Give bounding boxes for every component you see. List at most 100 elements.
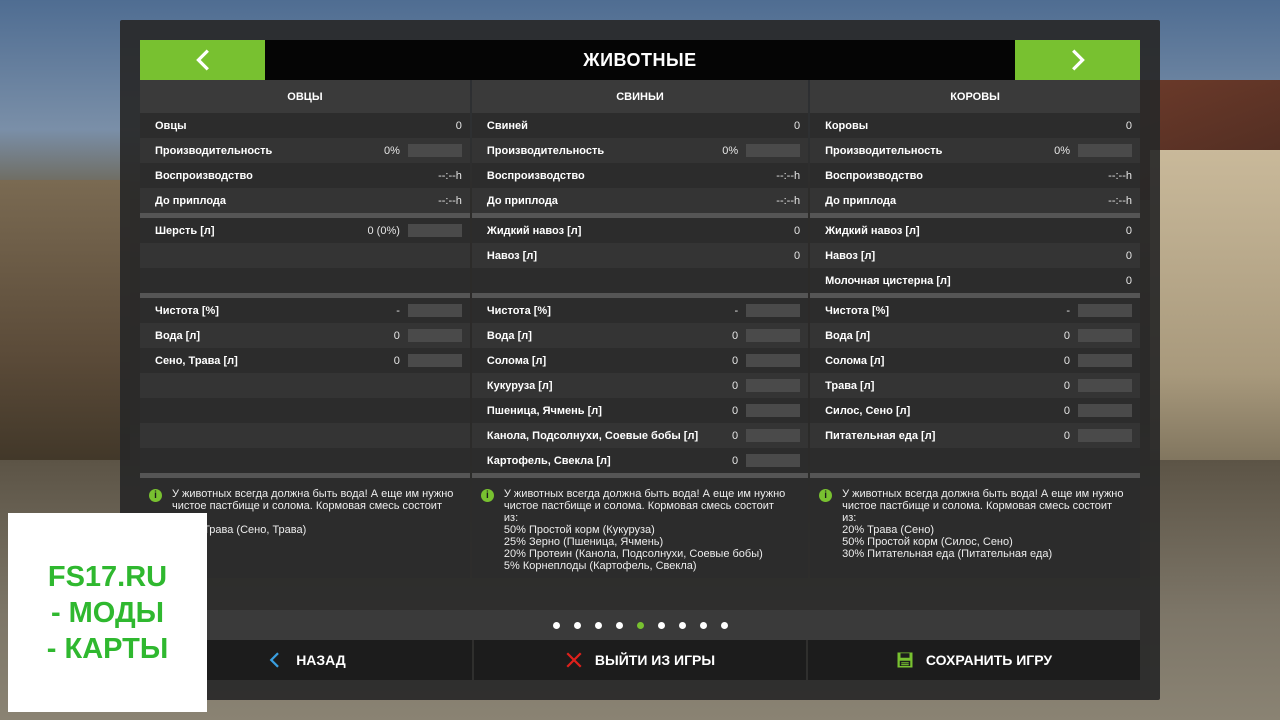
stat-row <box>471 268 809 293</box>
stat-row <box>140 448 470 473</box>
stat-row: Картофель, Свекла [л] 0 <box>471 448 809 473</box>
stat-value: 0 <box>393 354 400 367</box>
stat-row: Кукуруза [л] 0 <box>471 373 809 398</box>
stat-value: 0 <box>731 429 739 442</box>
stat-row: Коровы 0 <box>810 113 1140 138</box>
stat-label: Воспроизводство <box>825 169 923 182</box>
stat-row: Воспроизводство --:--h <box>140 163 470 188</box>
stat-row: Канола, Подсолнухи, Соевые бобы [л] 0 <box>471 423 809 448</box>
stat-value: 0 <box>1063 329 1070 342</box>
stat-label: Вода [л] <box>486 329 532 342</box>
level-bar <box>407 354 462 367</box>
column-header: ОВЦЫ <box>140 80 470 113</box>
stat-row: Навоз [л] 0 <box>471 243 809 268</box>
stat-label: Производительность <box>486 144 605 157</box>
stat-label: Вода [л] <box>155 329 200 342</box>
level-bar <box>407 329 462 342</box>
stat-label: Шерсть [л] <box>155 224 215 237</box>
stat-row: Вода [л] 0 <box>140 323 470 348</box>
stat-value: - <box>1066 304 1070 317</box>
level-bar <box>746 144 801 157</box>
stat-row <box>140 423 470 448</box>
stat-row: Солома [л] 0 <box>471 348 809 373</box>
page-dot[interactable] <box>552 621 560 629</box>
animal-columns: ОВЦЫ Овцы 0 Производительность 0% Воспроизвод… <box>140 80 1140 578</box>
stat-label: Пшеница, Ячмень [л] <box>486 404 602 417</box>
page-dot[interactable] <box>699 621 707 629</box>
stat-row: Трава [л] 0 <box>810 373 1140 398</box>
stat-value: 0 <box>731 454 739 467</box>
level-bar <box>1078 144 1132 157</box>
back-button-label: НАЗАД <box>296 652 346 668</box>
stat-row: До приплода --:--h <box>810 188 1140 213</box>
stat-label: До приплода <box>486 194 558 207</box>
page-indicator <box>140 610 1140 640</box>
page-dot[interactable] <box>594 621 602 629</box>
watermark-line: - МОДЫ <box>50 596 165 629</box>
page-dot[interactable] <box>573 621 581 629</box>
stat-value: 0 <box>393 329 400 342</box>
stat-label: Навоз [л] <box>486 249 537 262</box>
stat-value: 0 <box>731 404 739 417</box>
stat-row: Свиней 0 <box>471 113 809 138</box>
info-icon: i <box>819 489 833 502</box>
watermark-line: FS17.RU <box>47 560 168 593</box>
stat-value: 0 <box>455 119 462 132</box>
level-bar <box>1078 354 1132 367</box>
stat-row: Жидкий навоз [л] 0 <box>810 218 1140 243</box>
save-game-button[interactable]: СОХРАНИТЬ ИГРУ <box>808 640 1140 680</box>
stat-value: 0 <box>1125 274 1132 287</box>
floppy-disk-icon <box>897 652 913 668</box>
stat-value: - <box>396 304 400 317</box>
stat-label: Навоз [л] <box>825 249 876 262</box>
stat-label: До приплода <box>825 194 897 207</box>
stat-row: Производительность 0% <box>140 138 470 163</box>
prev-page-button[interactable] <box>140 40 265 80</box>
stat-value: - <box>734 304 739 317</box>
stat-row: Воспроизводство --:--h <box>471 163 809 188</box>
stat-value: 0% <box>1054 144 1070 157</box>
stat-label: Жидкий навоз [л] <box>486 224 582 237</box>
next-page-button[interactable] <box>1015 40 1140 80</box>
stat-row: Молочная цистерна [л] 0 <box>810 268 1140 293</box>
page-dot[interactable] <box>657 621 665 629</box>
level-bar <box>1078 329 1132 342</box>
stat-value: 0 <box>793 119 801 132</box>
stat-label: Чистота [%] <box>486 304 551 317</box>
stat-row <box>140 243 470 268</box>
stat-value: 0 <box>731 354 739 367</box>
level-bar <box>407 304 462 317</box>
page-dot[interactable] <box>615 621 623 629</box>
stat-value: 0 <box>1063 379 1070 392</box>
stat-label: Производительность <box>155 144 273 157</box>
stat-row: До приплода --:--h <box>471 188 809 213</box>
page-dot[interactable] <box>678 621 686 629</box>
quit-game-button[interactable]: ВЫЙТИ ИЗ ИГРЫ <box>474 640 806 680</box>
stat-label: Производительность <box>825 144 943 157</box>
stat-row: Овцы 0 <box>140 113 470 138</box>
info-icon: i <box>480 489 494 502</box>
stat-label: Воспроизводство <box>155 169 253 182</box>
stat-row: Жидкий навоз [л] 0 <box>471 218 809 243</box>
stat-label: Воспроизводство <box>486 169 585 182</box>
stat-value: 0% <box>722 144 739 157</box>
animal-column: ОВЦЫ Овцы 0 Производительность 0% Воспроизвод… <box>140 80 470 578</box>
stat-label: Трава [л] <box>825 379 875 392</box>
column-header: КОРОВЫ <box>810 80 1140 113</box>
stat-row: Вода [л] 0 <box>471 323 809 348</box>
level-bar <box>746 354 801 367</box>
stat-row: Силос, Сено [л] 0 <box>810 398 1140 423</box>
stat-value: 0 <box>1063 429 1070 442</box>
page-dot-active[interactable] <box>636 621 644 629</box>
stat-row: Навоз [л] 0 <box>810 243 1140 268</box>
info-box: i У животных всегда должна быть вода! А е… <box>471 478 809 578</box>
stat-row: Сено, Трава [л] 0 <box>140 348 470 373</box>
stat-row: До приплода --:--h <box>140 188 470 213</box>
stat-row <box>810 448 1140 473</box>
level-bar <box>1078 404 1132 417</box>
stat-row: Вода [л] 0 <box>810 323 1140 348</box>
stat-value: --:--h <box>776 169 801 182</box>
info-box: i У животных всегда должна быть вода! А е… <box>810 478 1140 578</box>
page-dot[interactable] <box>720 621 728 629</box>
level-bar <box>746 304 801 317</box>
